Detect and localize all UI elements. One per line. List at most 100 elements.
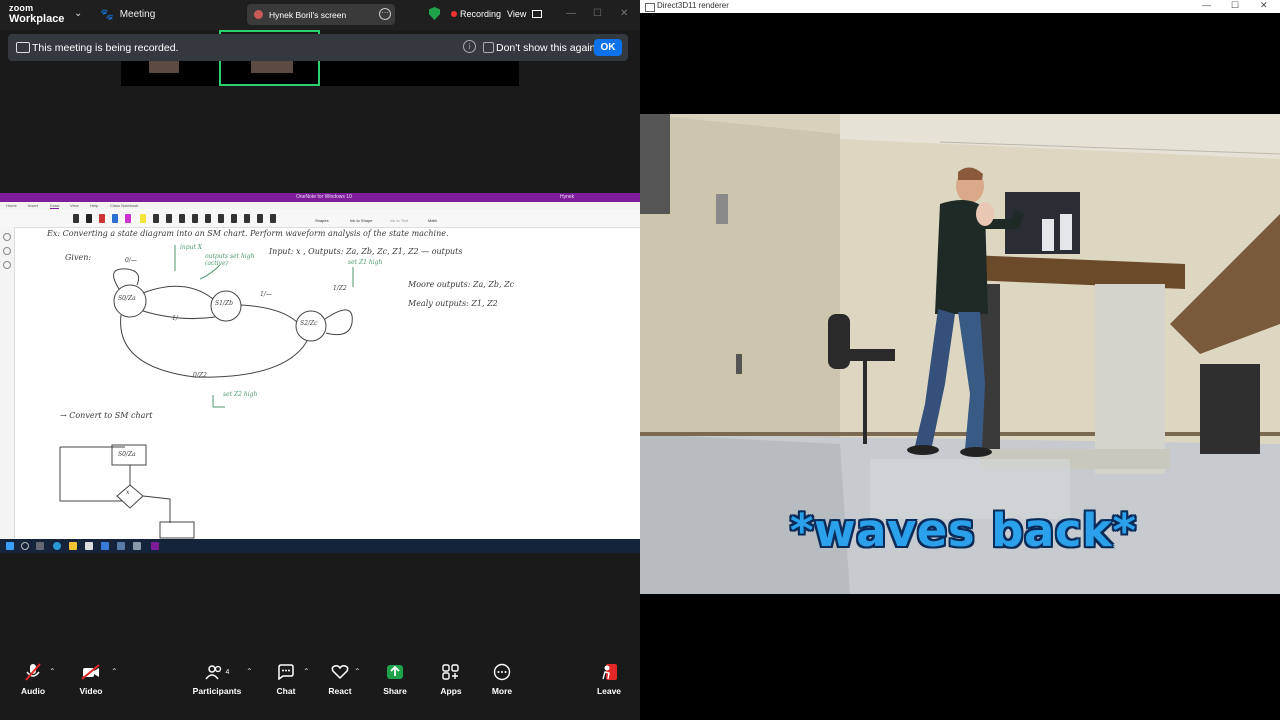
ink-inputs-outputs: Input: x , Outputs: Za, Zb, Zc, Z1, Z2 —… (269, 247, 463, 256)
minimize-icon[interactable]: — (566, 8, 576, 19)
app-icon[interactable] (117, 542, 125, 550)
renderer-title: Direct3D11 renderer (657, 1, 729, 10)
recording-label: Recording (460, 9, 502, 19)
ink-convert-sm-chart: → Convert to SM chart (60, 411, 153, 420)
ink-sm-state-s0: S0/Za (118, 451, 136, 458)
view-menu[interactable]: View (507, 9, 542, 19)
pen-icon[interactable] (192, 214, 198, 223)
share-button[interactable]: Share (370, 662, 420, 696)
menu-class-notebook[interactable]: Class Notebook (110, 203, 138, 208)
close-icon[interactable]: ✕ (1260, 0, 1268, 11)
zoom-titlebar: zoom Workplace ⌄ 🐾 Meeting Hynek Boril's… (0, 0, 640, 30)
onenote-user: Hynek (560, 194, 575, 200)
chat-label: Chat (276, 686, 296, 696)
meeting-label: Meeting (119, 9, 156, 20)
search-icon[interactable] (3, 247, 11, 255)
react-caret-icon[interactable]: ⌃ (354, 667, 361, 676)
participant-thumbnail[interactable] (149, 61, 179, 73)
pen-icon[interactable] (166, 214, 172, 223)
onenote-sidebar (0, 227, 15, 539)
notebook-icon[interactable] (3, 233, 11, 241)
app-icon[interactable] (133, 542, 141, 550)
video-button[interactable]: Video (66, 662, 116, 696)
apps-icon (442, 664, 459, 680)
pen-icon[interactable] (125, 214, 131, 223)
video-gallery-strip (121, 61, 519, 86)
start-icon[interactable] (6, 542, 14, 550)
mail-icon[interactable] (101, 542, 109, 550)
pen-icon[interactable] (99, 214, 105, 223)
maximize-icon[interactable]: ☐ (1231, 0, 1239, 11)
close-icon[interactable]: ✕ (620, 8, 628, 19)
search-icon[interactable] (21, 542, 29, 550)
share-options-icon[interactable]: ⋯ (379, 8, 391, 20)
menu-home[interactable]: Home (6, 203, 17, 208)
apps-button[interactable]: Apps (426, 662, 476, 696)
maximize-icon[interactable]: ☐ (593, 8, 602, 19)
chat-caret-icon[interactable]: ⌃ (303, 667, 310, 676)
renderer-titlebar: Direct3D11 renderer — ☐ ✕ (640, 0, 1280, 13)
menu-help[interactable]: Help (90, 203, 98, 208)
minimize-icon[interactable]: — (1202, 0, 1211, 10)
ink-input-x: input X (180, 244, 203, 251)
menu-view[interactable]: View (70, 203, 79, 208)
ink-transition: 0/— (125, 257, 137, 264)
pen-icon[interactable] (86, 214, 92, 223)
ribbon-shapes[interactable]: Shapes (315, 218, 329, 223)
pen-icon[interactable] (179, 214, 185, 223)
windows-taskbar (0, 539, 640, 553)
store-icon[interactable] (85, 542, 93, 550)
pen-icon[interactable] (270, 214, 276, 223)
state-diagram-drawing (59, 245, 354, 539)
more-button[interactable]: More (477, 662, 527, 696)
chat-icon (278, 664, 294, 680)
ribbon-ink-to-text[interactable]: Ink to Text (390, 218, 408, 223)
onenote-icon[interactable] (151, 542, 159, 550)
zoom-workplace-logo[interactable]: zoom Workplace (9, 3, 64, 25)
leave-label: Leave (596, 686, 622, 696)
file-explorer-icon[interactable] (69, 542, 77, 550)
pen-icon[interactable] (257, 214, 263, 223)
shared-screen[interactable]: OneNote for Windows 10 Hynek Home Insert… (0, 193, 640, 553)
window-app-icon (645, 3, 655, 12)
dont-show-label[interactable]: Don't show this again (496, 42, 595, 54)
ribbon-ink-to-shape[interactable]: Ink to Shape (350, 218, 372, 223)
dont-show-checkbox[interactable] (483, 42, 494, 53)
share-label: Hynek Boril's screen (269, 9, 347, 20)
recording-camera-icon (16, 42, 30, 53)
pen-icon[interactable] (205, 214, 211, 223)
note-canvas[interactable]: Ex: Converting a state diagram into an S… (15, 227, 640, 539)
participants-caret-icon[interactable]: ⌃ (246, 667, 253, 676)
meeting-menu[interactable]: 🐾 Meeting (100, 8, 155, 21)
leave-button[interactable]: Leave (584, 662, 634, 696)
transition-arrow (240, 304, 298, 323)
info-icon[interactable]: i (463, 40, 476, 53)
recent-icon[interactable] (3, 261, 11, 269)
shield-icon[interactable] (429, 7, 440, 20)
sm-flow-line (142, 495, 171, 523)
heart-icon (331, 665, 349, 680)
participants-button[interactable]: 4 Participants (192, 662, 242, 696)
task-view-icon[interactable] (36, 542, 44, 550)
video-options-caret-icon[interactable]: ⌃ (111, 667, 118, 676)
pen-icon[interactable] (73, 214, 79, 223)
edge-icon[interactable] (53, 542, 61, 550)
share-screen-icon (387, 665, 403, 679)
pen-icon[interactable] (112, 214, 118, 223)
highlighter-icon[interactable] (140, 214, 146, 223)
recording-indicator[interactable]: Recording (451, 9, 501, 19)
pen-icon[interactable] (244, 214, 250, 223)
pen-icon[interactable] (218, 214, 224, 223)
audio-options-caret-icon[interactable]: ⌃ (49, 667, 56, 676)
sm-loop-line (59, 447, 122, 502)
ok-button[interactable]: OK (594, 39, 622, 56)
pen-icon[interactable] (231, 214, 237, 223)
chevron-down-icon[interactable]: ⌄ (74, 8, 82, 19)
camera-off-icon (81, 664, 100, 680)
video-label: Video (79, 686, 103, 696)
screen-share-indicator[interactable]: Hynek Boril's screen ⋯ (247, 4, 395, 25)
menu-insert[interactable]: Insert (28, 203, 38, 208)
camera-video-feed: *waves back* (640, 114, 1280, 594)
pen-icon[interactable] (153, 214, 159, 223)
ribbon-math[interactable]: Math (428, 218, 437, 223)
